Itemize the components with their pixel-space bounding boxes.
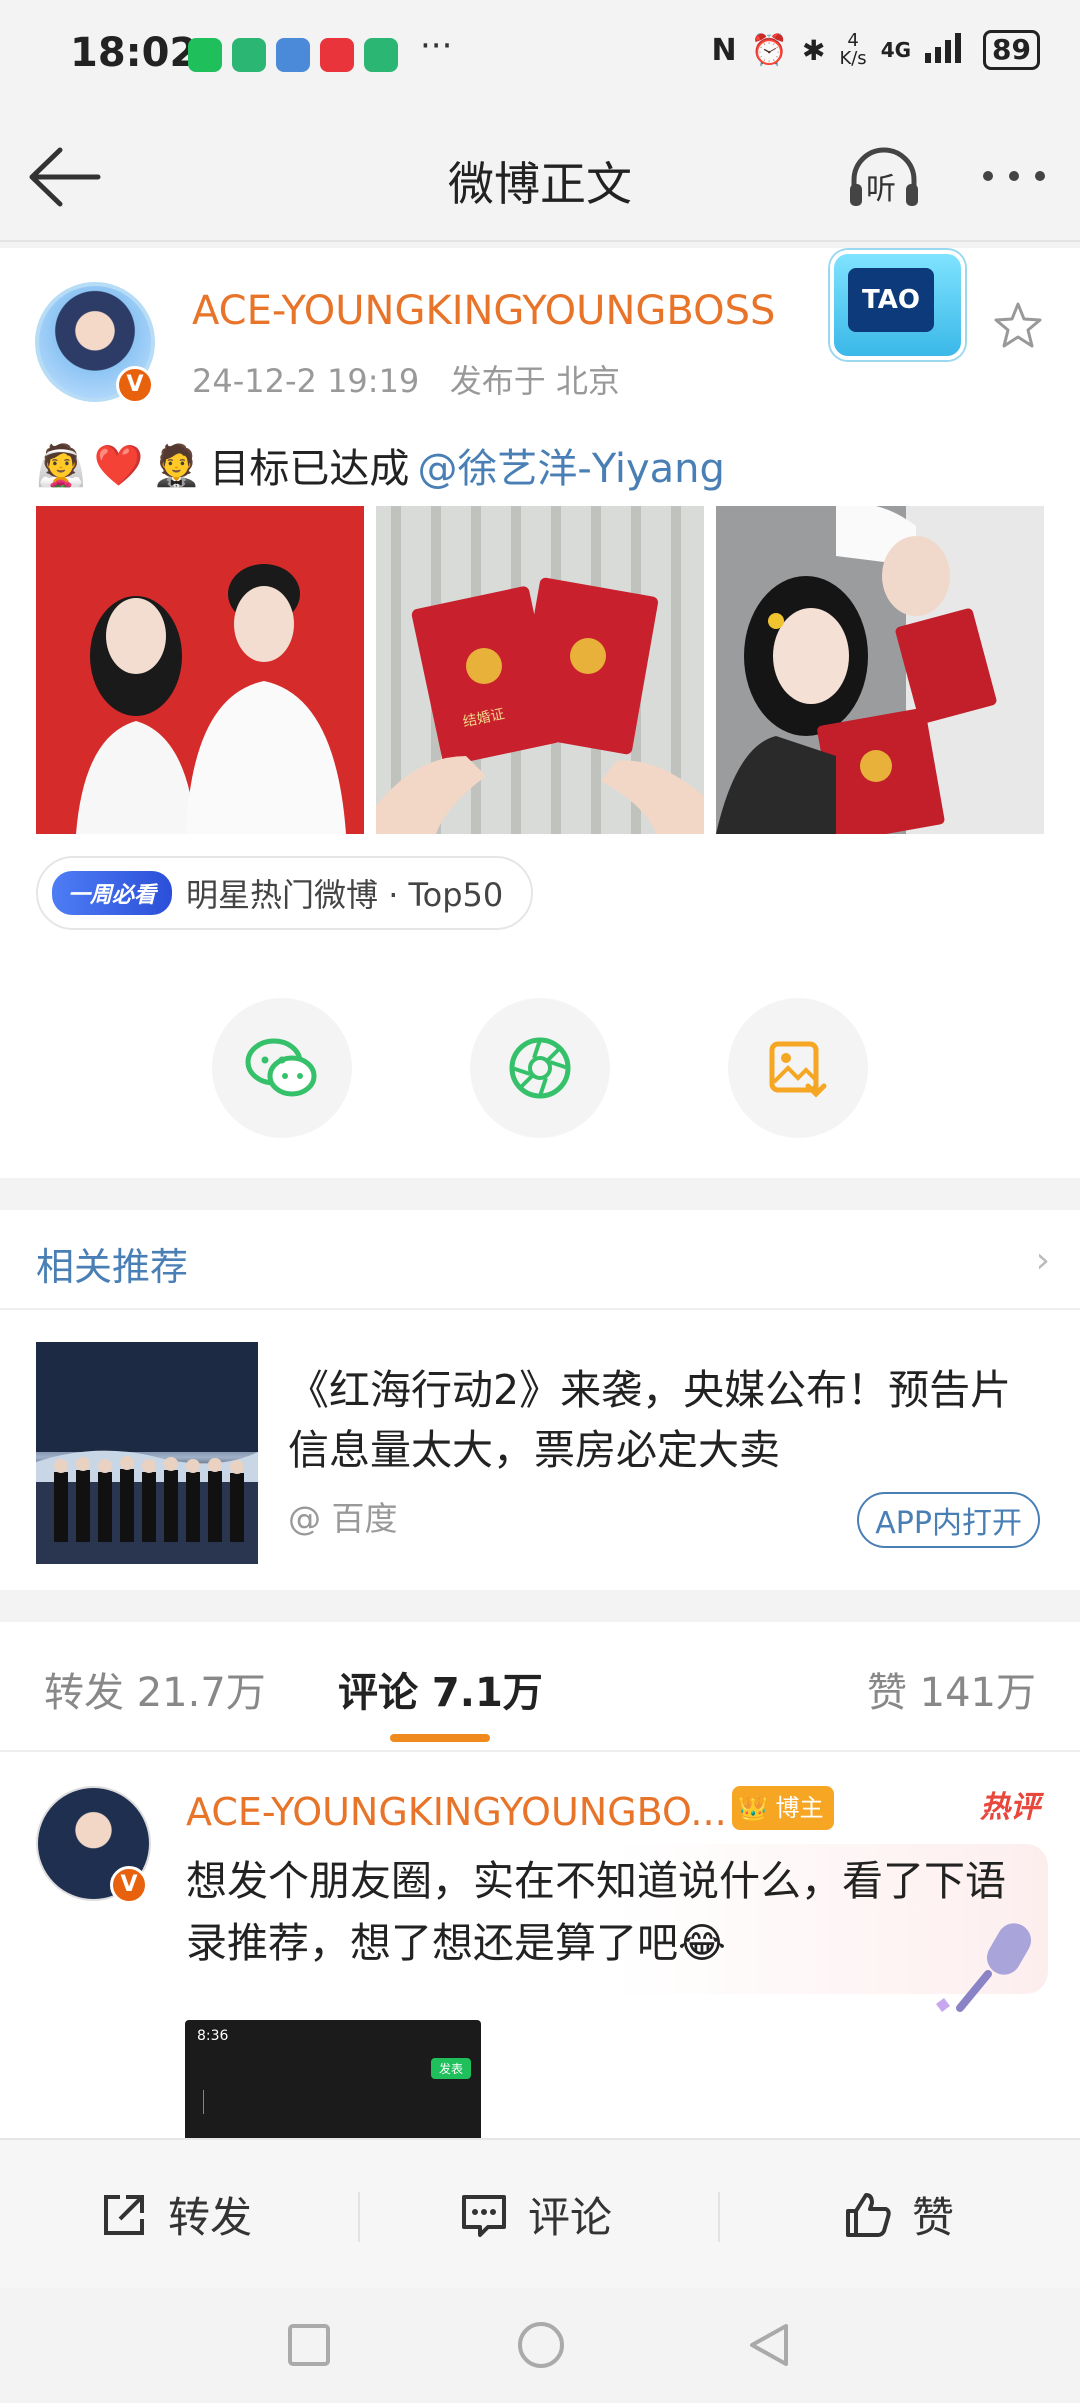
comments-section: 转发 21.7万 评论 7.1万 赞 141万 V ACE-YOUNGKINGY… <box>0 1622 1080 2142</box>
save-image-button[interactable] <box>728 998 868 1138</box>
tv-badge-screen: TAO <box>848 268 934 332</box>
comment-image-input <box>203 2090 204 2114</box>
comment-label: 评论 <box>528 2193 613 2242</box>
sports-notif-icon <box>232 38 266 72</box>
hot-comment-badge: 热评 <box>980 1790 1040 1825</box>
status-bar: 18:02 ··· N ⏰ ✱ 4 K/s 4G 89 <box>0 0 1080 110</box>
photo-3[interactable] <box>716 506 1044 834</box>
microphone-decor-icon <box>930 1912 1050 2022</box>
more-dots-icon <box>983 171 1045 181</box>
poster-username[interactable]: ACE-YOUNGKINGYOUNGBOSS <box>192 288 775 334</box>
related-source: @ 百度 <box>288 1499 398 1538</box>
share-out-icon <box>104 2194 144 2235</box>
author-badge: 👑 博主 <box>732 1786 834 1830</box>
comment-icon <box>462 2194 506 2237</box>
verified-badge: V <box>116 366 154 404</box>
repost-button[interactable]: 转发 <box>98 2184 252 2245</box>
wechat-icon <box>245 1038 317 1097</box>
heart-emoji: ❤️ <box>93 442 144 489</box>
open-in-app-button[interactable]: APP内打开 <box>857 1492 1040 1548</box>
share-wechat-button[interactable] <box>212 998 352 1138</box>
circle-icon <box>518 2322 564 2368</box>
favorite-button[interactable] <box>990 298 1046 354</box>
post-location: 发布于 北京 <box>449 362 620 400</box>
like-label: 赞 <box>912 2193 955 2242</box>
comment-image-button: 发表 <box>430 2058 471 2079</box>
battery-indicator: 89 <box>983 30 1040 70</box>
square-icon <box>288 2324 330 2366</box>
nfc-icon: N <box>711 32 737 68</box>
header-bar: 微博正文 听 <box>0 110 1080 242</box>
system-nav-bar <box>0 2288 1080 2403</box>
commenter-verified-badge: V <box>110 1866 148 1904</box>
moments-icon <box>509 1037 571 1099</box>
divider <box>718 2192 720 2242</box>
game-notif-icon <box>276 38 310 72</box>
crown-icon: 👑 <box>738 1794 768 1822</box>
bottom-action-bar: 转发 评论 赞 <box>0 2138 1080 2288</box>
post-meta: 24-12-2 19:19 发布于 北京 <box>192 356 620 402</box>
tab-repost[interactable]: 转发 21.7万 <box>44 1660 266 1718</box>
tag-pill: 一周必看 <box>52 871 173 915</box>
post-content: 👰 ❤️ 🤵 目标已达成 @徐艺洋-Yiyang <box>36 436 725 494</box>
listen-label: 听 <box>866 172 896 207</box>
listen-button[interactable]: 听 <box>846 146 922 210</box>
like-button[interactable]: 赞 <box>842 2184 954 2245</box>
comment-image[interactable]: 8:36 发表 <box>185 2020 481 2142</box>
post-card: V ACE-YOUNGKINGYOUNGBOSS TAO 24-12-2 19:… <box>0 248 1080 1178</box>
interaction-tabs: 转发 21.7万 评论 7.1万 赞 141万 <box>0 1622 1080 1752</box>
wechat-notif-icon <box>188 38 222 72</box>
post-time: 24-12-2 19:19 <box>192 362 420 400</box>
active-tab-indicator <box>390 1734 490 1742</box>
related-heading[interactable]: 相关推荐 <box>36 1236 188 1291</box>
share-moments-button[interactable] <box>470 998 610 1138</box>
repost-label: 转发 <box>168 2193 253 2242</box>
photo-2[interactable]: 结婚证 <box>376 506 704 834</box>
comment-text[interactable]: 想发个朋友圈，实在不知道说什么，看了下语录推荐，想了想还是算了吧😂 <box>186 1850 1006 1974</box>
comment-button[interactable]: 评论 <box>458 2184 612 2245</box>
related-section: 相关推荐 › 《红海行动2》来袭，央媒公布！预告片信息量太大，票房必定大卖 @ … <box>0 1210 1080 1590</box>
tv-badge: TAO <box>830 250 965 360</box>
comment-image-time: 8:36 <box>197 2028 229 2044</box>
huawei-notif-icon <box>320 38 354 72</box>
status-time: 18:02 <box>70 30 198 76</box>
author-badge-label: 博主 <box>775 1794 824 1822</box>
save-image-icon <box>769 1041 827 1098</box>
bride-emoji: 👰 <box>36 442 86 489</box>
network-type: 4G <box>880 38 912 62</box>
chevron-right-icon[interactable]: › <box>1036 1240 1050 1281</box>
related-title[interactable]: 《红海行动2》来袭，央媒公布！预告片信息量太大，票房必定大卖 <box>288 1360 1048 1480</box>
tab-comments[interactable]: 评论 7.1万 <box>338 1660 543 1718</box>
sports2-notif-icon <box>364 38 398 72</box>
system-back-button[interactable] <box>744 2320 794 2370</box>
tab-likes[interactable]: 赞 141万 <box>867 1660 1036 1718</box>
signal-icon <box>925 31 969 69</box>
alarm-icon: ⏰ <box>750 32 788 68</box>
divider <box>358 2192 360 2242</box>
post-text: 目标已达成 <box>209 446 410 492</box>
tag-text: 明星热门微博 · Top50 <box>186 876 504 914</box>
recents-button[interactable] <box>286 2322 332 2368</box>
hot-tag[interactable]: 一周必看 明星热门微博 · Top50 <box>36 856 534 930</box>
related-thumbnail[interactable] <box>36 1342 258 1564</box>
status-right: N ⏰ ✱ 4 K/s 4G 89 <box>711 30 1040 70</box>
photo-1[interactable] <box>36 506 364 834</box>
divider <box>0 1308 1080 1310</box>
thumbs-up-icon <box>846 2192 891 2237</box>
mention-link[interactable]: @徐艺洋-Yiyang <box>417 436 724 494</box>
groom-emoji: 🤵 <box>151 442 202 489</box>
more-button[interactable] <box>978 156 1050 196</box>
net-speed: 4 K/s <box>839 30 867 69</box>
triangle-back-icon <box>750 2324 788 2366</box>
home-button[interactable] <box>516 2320 566 2370</box>
more-notifs-icon: ··· <box>420 26 453 66</box>
star-icon <box>994 302 1042 348</box>
bluetooth-icon: ✱ <box>801 33 826 67</box>
commenter-username[interactable]: ACE-YOUNGKINGYOUNGBO... <box>186 1790 727 1834</box>
